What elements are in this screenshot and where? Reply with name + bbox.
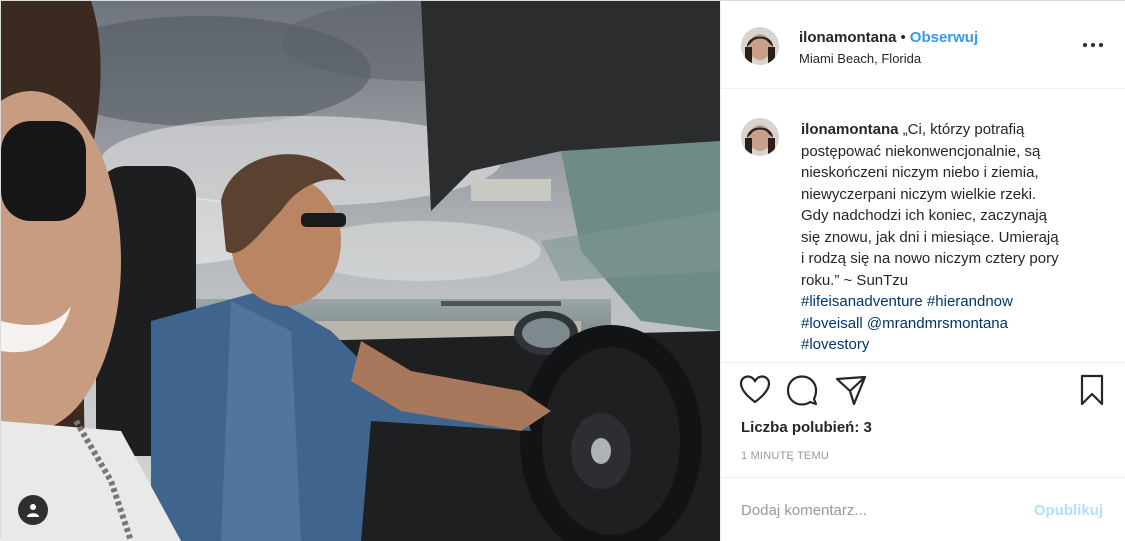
more-options-icon[interactable] <box>1083 37 1103 53</box>
hashtag-link[interactable]: #lifeisanadventure <box>801 293 923 310</box>
post-photo[interactable] <box>1 1 720 541</box>
avatar[interactable] <box>741 27 779 65</box>
separator-dot: • <box>900 29 906 46</box>
hashtag-link[interactable]: #loveisall <box>801 315 863 332</box>
hashtag-link[interactable]: #lovestory <box>801 336 869 353</box>
follow-button[interactable]: Obserwuj <box>910 29 978 46</box>
comment-form: Opublikuj <box>721 477 1125 541</box>
photo-illustration <box>1 1 720 541</box>
caption-section: ilonamontana „Ci, którzy potrafią postęp… <box>721 89 1125 363</box>
caption-avatar[interactable] <box>741 118 779 156</box>
caption-text: ilonamontana „Ci, którzy potrafią postęp… <box>801 119 1063 356</box>
heart-icon[interactable] <box>738 373 772 407</box>
hashtag-link[interactable]: #hierandnow <box>927 293 1013 310</box>
post-header: ilonamontana • Obserwuj Miami Beach, Flori… <box>721 1 1125 89</box>
user-tag-icon[interactable] <box>18 495 48 525</box>
username-link[interactable]: ilonamontana <box>799 29 897 46</box>
action-bar <box>721 373 1125 413</box>
comment-input[interactable] <box>741 498 1011 522</box>
instagram-post: ilonamontana • Obserwuj Miami Beach, Flori… <box>0 0 1125 541</box>
caption-body: „Ci, którzy potrafią postępować niekonwe… <box>801 121 1059 289</box>
post-timestamp[interactable]: 1 minutę temu <box>741 450 829 462</box>
share-icon[interactable] <box>834 373 868 407</box>
bookmark-icon[interactable] <box>1075 373 1109 407</box>
likes-count[interactable]: Liczba polubień: 3 <box>741 419 872 436</box>
mention-link[interactable]: @mrandmrsmontana <box>867 315 1008 332</box>
location-link[interactable]: Miami Beach, Florida <box>799 51 921 66</box>
comment-icon[interactable] <box>785 373 819 407</box>
caption-username-link[interactable]: ilonamontana <box>801 121 899 138</box>
post-sidebar: ilonamontana • Obserwuj Miami Beach, Flori… <box>720 1 1125 541</box>
publish-button[interactable]: Opublikuj <box>1034 502 1103 519</box>
header-user-line: ilonamontana • Obserwuj <box>799 29 978 46</box>
